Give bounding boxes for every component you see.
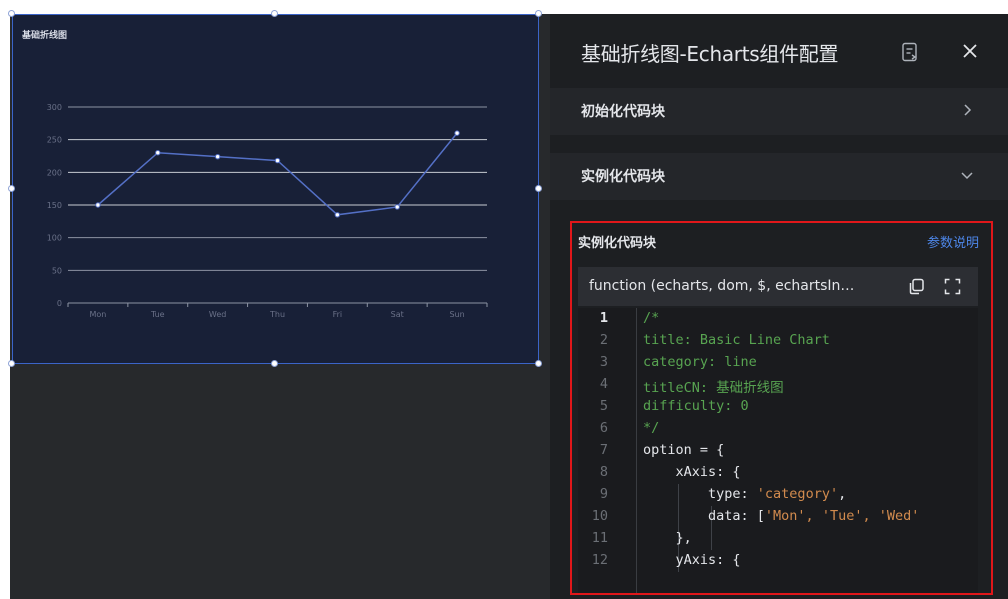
data-point [454, 130, 460, 136]
line-number: 12 [591, 552, 608, 568]
close-icon[interactable] [961, 42, 979, 60]
code-line: 5 difficulty: 0 [578, 398, 978, 420]
resize-handle-top-right[interactable] [535, 10, 542, 17]
section-init-code[interactable]: 初始化代码块 [550, 88, 1008, 135]
x-tick-label: Thu [269, 310, 285, 319]
code-string-token: 'category' [756, 486, 839, 502]
function-signature: function (echarts, dom, $, echartsIn… [589, 278, 855, 294]
code-line: 10 data: ['Mon', 'Tue', 'Wed' [578, 508, 978, 530]
line-number: 2 [599, 332, 608, 348]
code-line: 11 }, [578, 530, 978, 552]
data-point [155, 150, 161, 156]
code-string-token: 'Mon', 'Tue', 'Wed' [764, 508, 920, 524]
code-line: 7 option = { [578, 442, 978, 464]
code-line: 9 type: 'category', [578, 486, 978, 508]
resize-handle-top-left[interactable] [8, 10, 15, 17]
copy-icon[interactable] [908, 278, 925, 295]
data-point [334, 212, 341, 218]
code-text: type: 'category', [643, 486, 846, 502]
code-text: yAxis: { [643, 552, 741, 568]
code-text: /* [643, 310, 660, 326]
line-number: 10 [591, 508, 608, 524]
code-text: data: ['Mon', 'Tue', 'Wed' [643, 508, 919, 524]
resize-handle-bottom-left[interactable] [8, 360, 15, 367]
section-instance-code[interactable]: 实例化代码块 [550, 153, 1008, 200]
code-token: type: [643, 486, 757, 502]
resize-handle-top-mid[interactable] [271, 10, 278, 17]
code-line: 2 title: Basic Line Chart [578, 332, 978, 354]
y-tick-label: 250 [47, 136, 62, 145]
x-tick-label: Tue [150, 310, 165, 319]
resize-handle-mid-left[interactable] [8, 185, 15, 192]
code-text: title: Basic Line Chart [643, 332, 830, 348]
x-tick-label: Sat [391, 310, 404, 319]
data-point [274, 157, 281, 164]
code-line: 12 yAxis: { [578, 552, 978, 574]
code-line: 1 /* [578, 310, 978, 332]
x-tick-label: Sun [449, 310, 464, 319]
code-line: 4 titleCN: 基础折线图 [578, 376, 978, 398]
y-tick-label: 0 [57, 299, 62, 308]
chevron-right-icon [964, 104, 972, 116]
code-text: option = { [643, 442, 725, 458]
app-root: 基础折线图 0 50 100 150 200 250 300 Mon Tue Wed Thu Fri S… [0, 0, 1008, 599]
line-number: 8 [599, 464, 608, 480]
x-tick-label: Fri [333, 310, 343, 319]
code-text: xAxis: { [643, 464, 741, 480]
section-instance-label: 实例化代码块 [581, 169, 665, 185]
chart-widget[interactable]: 基础折线图 0 50 100 150 200 250 300 Mon Tue Wed Thu Fri S… [12, 14, 539, 364]
code-editor[interactable]: 1 /* 2 title: Basic Line Chart 3 category: li… [578, 308, 978, 593]
editor-box-label: 实例化代码块 [578, 236, 657, 251]
resize-handle-mid-right[interactable] [535, 185, 542, 192]
section-init-label: 初始化代码块 [581, 104, 665, 120]
line-number: 1 [599, 310, 608, 326]
line-number: 7 [599, 442, 608, 458]
instance-code-editor-box: 实例化代码块 参数说明 function (echarts, dom, $, e… [570, 221, 993, 595]
code-line: 6 */ [578, 420, 978, 442]
resize-handle-bottom-mid[interactable] [271, 360, 278, 367]
resize-handle-bottom-right[interactable] [535, 360, 542, 367]
panel-title: 基础折线图-Echarts组件配置 [581, 42, 839, 66]
code-text: category: line [643, 354, 757, 370]
code-text: */ [643, 420, 660, 436]
fullscreen-icon[interactable] [944, 278, 961, 295]
series-line [97, 132, 458, 216]
function-signature-bar: function (echarts, dom, $, echartsIn… [578, 267, 978, 306]
line-number: 6 [599, 420, 608, 436]
editor-scrollbar[interactable] [968, 308, 978, 593]
code-text: }, [643, 530, 692, 546]
line-number: 4 [599, 376, 608, 392]
line-number: 5 [599, 398, 608, 414]
data-point [214, 153, 221, 160]
code-text: titleCN: 基础折线图 [643, 380, 784, 396]
code-line: 8 xAxis: { [578, 464, 978, 486]
code-line: 3 category: line [578, 354, 978, 376]
y-tick-label: 50 [52, 266, 62, 275]
data-point [95, 202, 101, 208]
code-text: difficulty: 0 [643, 398, 749, 414]
y-tick-label: 150 [47, 201, 62, 210]
line-number: 9 [599, 486, 608, 502]
y-tick-label: 200 [47, 168, 62, 177]
code-token: data: [ [643, 508, 765, 524]
line-number: 3 [599, 354, 608, 370]
x-tick-label: Wed [209, 310, 226, 319]
data-point [394, 204, 400, 210]
line-number: 11 [591, 530, 608, 546]
y-tick-label: 100 [47, 234, 62, 243]
param-help-link[interactable]: 参数说明 [927, 232, 979, 251]
line-chart: 0 50 100 150 200 250 300 Mon Tue Wed Thu Fri Sat Sun [47, 103, 488, 319]
x-tick-label: Mon [89, 310, 106, 319]
document-icon[interactable] [901, 42, 919, 62]
y-tick-label: 300 [47, 103, 62, 112]
chevron-down-icon [961, 172, 973, 180]
code-token: , [838, 486, 847, 502]
panel-header: 基础折线图-Echarts组件配置 [550, 14, 1008, 88]
